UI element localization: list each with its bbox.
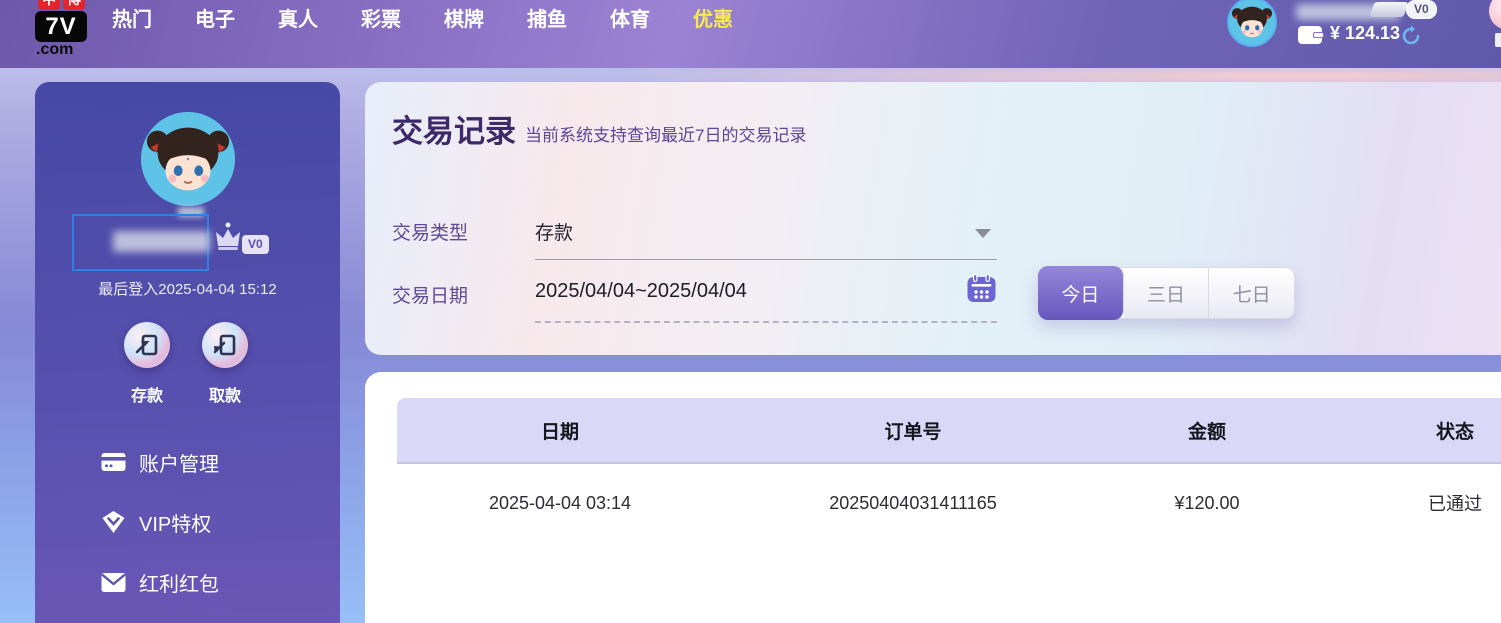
table-header-amount: 金额 xyxy=(1103,398,1311,462)
envelope-icon xyxy=(101,572,126,593)
brand-badge-left: 中 xyxy=(38,0,60,10)
page-title: 交易记录 xyxy=(392,106,516,151)
cell-order-number: 20250404031411165 xyxy=(723,464,1103,542)
deposit-button[interactable] xyxy=(124,322,170,368)
page-subtitle: 当前系统支持查询最近7日的交易记录 xyxy=(525,121,806,151)
nav-menu: 热门 电子 真人 彩票 棋牌 捕鱼 体育 优惠 xyxy=(112,8,733,32)
table-header-row: 日期 订单号 金额 状态 xyxy=(397,398,1501,464)
profile-avatar xyxy=(141,112,235,206)
table-header-status: 状态 xyxy=(1311,398,1501,462)
sidebar-item-label: 红利红包 xyxy=(139,568,219,597)
transaction-date-label: 交易日期 xyxy=(392,281,468,308)
nav-item-promos[interactable]: 优惠 xyxy=(693,8,733,32)
withdraw-label[interactable]: 取款 xyxy=(195,382,255,406)
nav-item-fishing[interactable]: 捕鱼 xyxy=(527,8,567,32)
vip-level-badge: V0 xyxy=(242,235,269,254)
sidebar-item-account[interactable]: 账户管理 xyxy=(101,448,219,476)
cell-date: 2025-04-04 03:14 xyxy=(397,464,723,542)
cell-amount: ¥120.00 xyxy=(1103,464,1311,542)
nav-item-hot[interactable]: 热门 xyxy=(112,8,152,32)
date-range-input[interactable]: 2025/04/04~2025/04/04 xyxy=(535,280,955,303)
brand-badges: 中 博 xyxy=(38,0,85,10)
select-underline xyxy=(535,259,997,260)
vip-level-badge: V0 xyxy=(1406,0,1437,19)
table-header-date: 日期 xyxy=(397,398,723,462)
avatar-illustration xyxy=(141,112,235,206)
transaction-type-select[interactable]: 存款 xyxy=(535,218,995,245)
top-nav: 中 博 7V .com 热门 电子 真人 彩票 棋牌 捕鱼 体育 优惠 xyxy=(0,0,1501,68)
range-button-3days[interactable]: 三日 xyxy=(1124,268,1210,318)
deposit-label[interactable]: 存款 xyxy=(117,382,177,406)
date-underline xyxy=(535,321,997,323)
title-row: 交易记录 当前系统支持查询最近7日的交易记录 xyxy=(392,106,806,151)
date-range-segmented-control: 今日 三日 七日 xyxy=(1037,267,1295,319)
transaction-table-panel: 日期 订单号 金额 状态 2025-04-04 03:14 2025040403… xyxy=(365,372,1501,623)
transaction-type-label: 交易类型 xyxy=(392,218,468,245)
vip-badge-icon xyxy=(101,510,126,534)
brand-logo[interactable]: 中 博 7V .com xyxy=(35,0,95,68)
last-login-text: 最后登入2025-04-04 15:12 xyxy=(35,278,340,299)
sidebar: V0 最后登入2025-04-04 15:12 存款 取款 xyxy=(35,82,340,623)
nav-item-lottery[interactable]: 彩票 xyxy=(361,8,401,32)
sidebar-item-label: 账户管理 xyxy=(139,448,219,477)
brand-name: 7V xyxy=(35,11,87,42)
wallet-icon xyxy=(1298,25,1324,45)
chevron-down-icon[interactable] xyxy=(975,229,991,238)
brand-suffix: .com xyxy=(36,41,73,59)
card-icon xyxy=(101,451,126,473)
wallet-balance: ¥ 124.13 xyxy=(1330,23,1400,44)
vip-progress-icon xyxy=(1370,2,1409,17)
nav-item-sports[interactable]: 体育 xyxy=(610,8,650,32)
nav-item-live[interactable]: 真人 xyxy=(278,8,318,32)
table-header-order: 订单号 xyxy=(723,398,1103,462)
withdraw-button[interactable] xyxy=(202,322,248,368)
range-button-today[interactable]: 今日 xyxy=(1038,266,1124,320)
transaction-filter-panel: 交易记录 当前系统支持查询最近7日的交易记录 交易类型 存款 交易日期 2025… xyxy=(365,82,1501,355)
page: 中 博 7V .com 热门 电子 真人 彩票 棋牌 捕鱼 体育 优惠 xyxy=(0,0,1501,623)
brand-badge-right: 博 xyxy=(63,0,85,10)
username-redacted xyxy=(113,231,210,252)
sidebar-item-label: VIP特权 xyxy=(139,508,211,537)
floating-promo-label xyxy=(1495,33,1501,47)
cell-status: 已通过 xyxy=(1311,464,1501,542)
withdraw-icon xyxy=(212,332,238,358)
sidebar-item-bonus[interactable]: 红利红包 xyxy=(101,568,219,596)
table-row: 2025-04-04 03:14 20250404031411165 ¥120.… xyxy=(397,464,1501,542)
refresh-balance-icon[interactable] xyxy=(1400,25,1422,47)
avatar-illustration xyxy=(1229,0,1275,45)
sidebar-item-vip[interactable]: VIP特权 xyxy=(101,508,211,536)
deposit-icon xyxy=(134,332,160,358)
calendar-icon[interactable] xyxy=(967,274,996,303)
crown-icon xyxy=(211,222,245,252)
user-avatar[interactable] xyxy=(1227,0,1277,47)
nav-item-slots[interactable]: 电子 xyxy=(195,8,235,32)
nav-item-cards[interactable]: 棋牌 xyxy=(444,8,484,32)
range-button-7days[interactable]: 七日 xyxy=(1209,268,1294,318)
